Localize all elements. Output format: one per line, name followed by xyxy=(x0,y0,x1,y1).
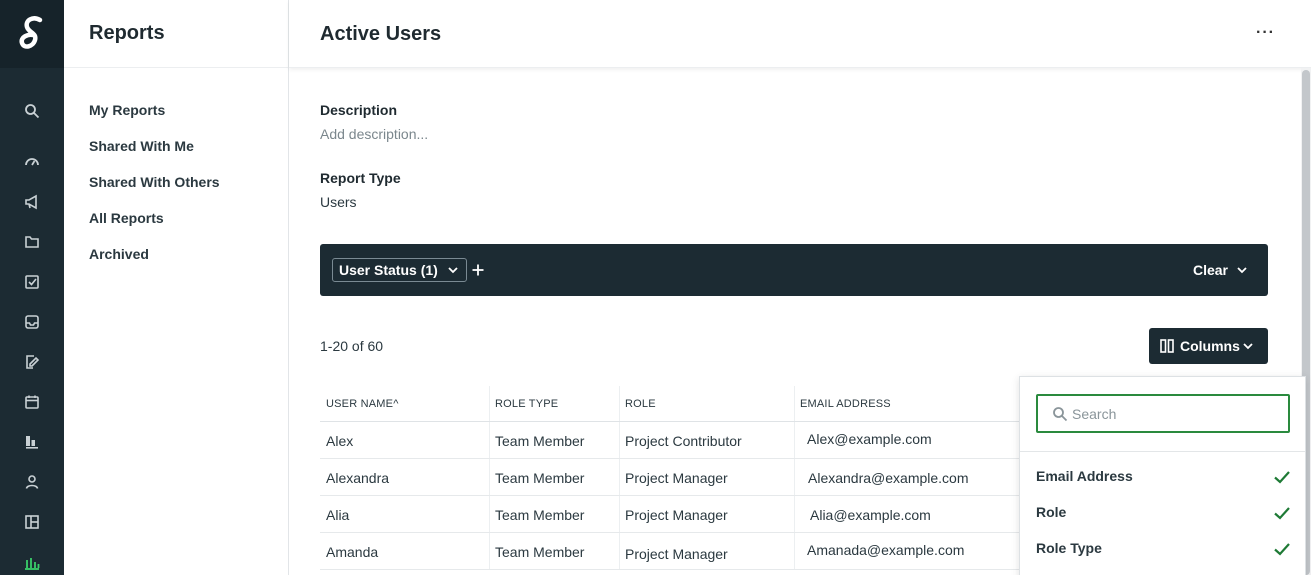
chevron-down-icon xyxy=(1242,340,1254,352)
columns-button-label: Columns xyxy=(1180,338,1240,354)
column-option-role[interactable]: Role xyxy=(1036,500,1291,524)
checkbox-icon[interactable] xyxy=(22,272,42,292)
bar-chart-icon[interactable] xyxy=(22,552,42,572)
inbox-icon[interactable] xyxy=(22,312,42,332)
column-header-role-type[interactable]: ROLE TYPE xyxy=(495,398,558,410)
report-type-label: Report Type xyxy=(320,170,401,186)
cell-role: Project Manager xyxy=(625,546,728,562)
column-divider xyxy=(619,459,620,495)
clear-filters-button[interactable]: Clear xyxy=(1193,259,1248,281)
cell-email: Alexandra@example.com xyxy=(808,470,969,486)
column-divider xyxy=(619,533,620,569)
column-divider xyxy=(794,533,795,569)
page-header: Active Users ··· xyxy=(289,0,1311,68)
more-options-button[interactable]: ··· xyxy=(1256,24,1275,42)
sidebar-item-my-reports[interactable]: My Reports xyxy=(64,100,288,136)
column-divider xyxy=(489,459,490,495)
app-logo[interactable] xyxy=(0,0,64,68)
cell-email: Alex@example.com xyxy=(807,431,932,447)
column-divider xyxy=(794,386,795,421)
column-divider xyxy=(489,422,490,458)
column-option-role-type[interactable]: Role Type xyxy=(1036,536,1291,560)
cell-role-type: Team Member xyxy=(495,433,585,449)
cell-role-type: Team Member xyxy=(495,507,585,523)
column-option-label: Email Address xyxy=(1036,468,1133,484)
cell-role-type: Team Member xyxy=(495,544,585,560)
sort-ascending-icon: ^ xyxy=(393,398,399,410)
calendar-icon[interactable] xyxy=(22,392,42,412)
board-icon[interactable] xyxy=(22,432,42,452)
columns-icon xyxy=(1160,338,1174,354)
column-option-label: Role Type xyxy=(1036,540,1102,556)
column-divider xyxy=(619,422,620,458)
plus-icon xyxy=(472,264,484,276)
column-divider xyxy=(794,459,795,495)
column-header-role[interactable]: ROLE xyxy=(625,398,656,410)
clear-label: Clear xyxy=(1192,262,1228,278)
column-option-label: Role xyxy=(1036,504,1067,520)
user-status-filter-chip[interactable]: User Status (1) xyxy=(332,258,467,282)
column-divider xyxy=(489,533,490,569)
search-icon xyxy=(1052,406,1068,422)
report-type-value: Users xyxy=(320,194,357,210)
sidebar-item-shared-with-me[interactable]: Shared With Me xyxy=(64,136,288,172)
column-divider xyxy=(794,496,795,532)
columns-button[interactable]: Columns xyxy=(1149,328,1268,364)
cell-email: Alia@example.com xyxy=(810,507,931,523)
search-icon[interactable] xyxy=(22,101,42,121)
cell-email: Amanada@example.com xyxy=(807,542,965,558)
columns-dropdown-panel: Email Address Role Role Type xyxy=(1019,376,1306,575)
checkmark-icon xyxy=(1273,540,1291,556)
cell-user-name: Alex xyxy=(326,433,354,449)
filter-bar: User Status (1) Clear xyxy=(320,244,1268,296)
column-search-input[interactable] xyxy=(1072,403,1272,425)
reports-sidebar: Reports My Reports Shared With Me Shared… xyxy=(64,0,289,575)
sidebar-title: Reports xyxy=(64,0,288,68)
cell-role: Project Contributor xyxy=(625,433,742,449)
description-input[interactable]: Add description... xyxy=(320,126,428,142)
cell-user-name: Alexandra xyxy=(326,470,390,486)
cell-role-type: Team Member xyxy=(495,470,585,486)
sidebar-item-shared-with-others[interactable]: Shared With Others xyxy=(64,172,288,208)
column-header-email-address[interactable]: EMAIL ADDRESS xyxy=(800,398,891,410)
cell-role: Project Manager xyxy=(625,507,728,523)
cell-user-name: Amanda xyxy=(326,544,379,560)
column-header-label: USER NAME xyxy=(326,398,394,410)
megaphone-icon[interactable] xyxy=(22,192,42,212)
checkmark-icon xyxy=(1273,504,1291,520)
panel-divider xyxy=(1020,451,1305,452)
add-filter-button[interactable] xyxy=(470,259,486,281)
description-label: Description xyxy=(320,102,398,118)
folder-icon[interactable] xyxy=(22,232,42,252)
column-divider xyxy=(619,496,620,532)
results-count: 1-20 of 60 xyxy=(320,338,384,354)
filter-chip-label: User Status (1) xyxy=(339,262,438,278)
chevron-down-icon xyxy=(447,260,459,280)
logo-icon xyxy=(19,16,43,49)
edit-doc-icon[interactable] xyxy=(22,352,42,372)
layout-icon[interactable] xyxy=(22,512,42,532)
gauge-icon[interactable] xyxy=(22,151,42,171)
chevron-down-icon xyxy=(1236,260,1248,280)
cell-role: Project Manager xyxy=(625,470,728,486)
page-title: Active Users xyxy=(320,23,442,45)
column-option-email-address[interactable]: Email Address xyxy=(1036,464,1291,488)
column-divider xyxy=(794,422,795,458)
cell-user-name: Alia xyxy=(326,507,350,523)
sidebar-item-all-reports[interactable]: All Reports xyxy=(64,208,288,244)
column-divider xyxy=(489,496,490,532)
column-divider xyxy=(489,386,490,421)
checkmark-icon xyxy=(1273,468,1291,484)
app-rail xyxy=(0,0,64,575)
column-divider xyxy=(619,386,620,421)
sidebar-item-archived[interactable]: Archived xyxy=(64,244,288,280)
reports-nav-list: My Reports Shared With Me Shared With Ot… xyxy=(64,68,288,280)
user-icon[interactable] xyxy=(22,472,42,492)
column-search-box[interactable] xyxy=(1036,394,1290,433)
column-header-user-name[interactable]: USER NAME^ xyxy=(326,398,399,410)
